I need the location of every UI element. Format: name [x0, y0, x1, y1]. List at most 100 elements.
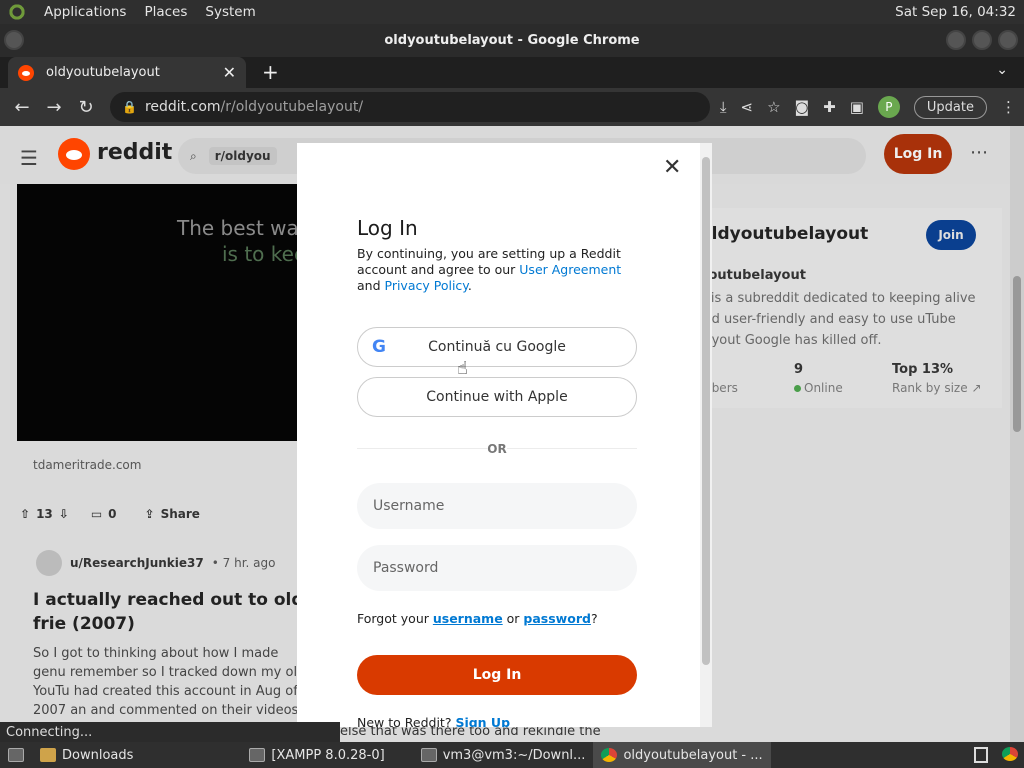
online-stat: 9 Online	[794, 362, 843, 395]
downvote-icon[interactable]: ⇩	[59, 507, 69, 521]
menu-system[interactable]: System	[205, 4, 255, 20]
show-desktop-button[interactable]	[0, 742, 32, 768]
reddit-logo-text[interactable]: reddit	[97, 140, 172, 165]
forgot-username-link[interactable]: username	[433, 611, 503, 626]
bookmark-star-icon[interactable]: ☆	[767, 98, 780, 116]
author-avatar[interactable]	[36, 550, 62, 576]
window-title-bar: oldyoutubelayout - Google Chrome	[0, 24, 1024, 57]
close-tab-icon[interactable]: ✕	[223, 63, 236, 82]
online-label-wrap: Online	[794, 381, 843, 395]
window-menu-icon[interactable]	[4, 30, 24, 50]
address-bar[interactable]: 🔒 reddit.com/r/oldyoutubelayout/	[110, 92, 710, 122]
google-signin-label: Continuă cu Google	[428, 339, 566, 355]
search-icon: ⌕	[190, 148, 197, 163]
login-submit-button[interactable]: Log In	[357, 655, 637, 695]
reload-icon[interactable]: ↻	[70, 97, 102, 118]
google-signin-button[interactable]: G Continuă cu Google	[357, 327, 637, 367]
hand-cursor-icon: ☝	[457, 358, 468, 379]
page-scrollbar-thumb[interactable]	[1013, 276, 1021, 432]
share-icon[interactable]: ⋖	[741, 98, 754, 116]
sidebar-title: youtubelayout	[700, 268, 806, 283]
forgot-credentials: Forgot your username or password?	[357, 611, 598, 626]
url-host: reddit.com	[144, 99, 221, 115]
new-tab-icon[interactable]: +	[262, 60, 279, 84]
join-button[interactable]: Join	[926, 220, 976, 250]
os-top-bar: Applications Places System Sat Sep 16, 0…	[0, 0, 1024, 24]
close-window-icon[interactable]	[998, 30, 1018, 50]
apple-signin-button[interactable]: Continue with Apple	[357, 377, 637, 417]
post-actions: ⇧ 13 ⇩ ▭ 0 ⇪ Share	[20, 502, 200, 526]
profile-avatar[interactable]: P	[877, 96, 900, 118]
extensions-icon[interactable]: ✚	[823, 98, 836, 116]
reddit-favicon-icon	[18, 64, 34, 81]
taskbar-downloads[interactable]: Downloads	[32, 742, 141, 768]
terminal-icon	[420, 748, 437, 762]
comment-count: 0	[108, 507, 117, 521]
close-modal-icon[interactable]: ✕	[663, 155, 681, 180]
maximize-icon[interactable]	[972, 30, 992, 50]
rank-label[interactable]: Rank by size ↗	[892, 381, 982, 395]
login-modal: ✕ Log In By continuing, you are setting …	[297, 143, 712, 727]
taskbar-chrome[interactable]: oldyoutubelayout - ...	[593, 742, 771, 768]
online-value: 9	[794, 362, 804, 377]
lock-icon[interactable]: 🔒	[122, 100, 137, 114]
incognito-icon[interactable]: ◙	[795, 98, 810, 116]
modal-scrollbar[interactable]	[700, 143, 712, 727]
post-author-row: u/ResearchJunkie37 • 7 hr. ago	[36, 550, 275, 576]
tray-chrome-icon[interactable]	[1002, 747, 1018, 761]
forward-icon[interactable]: →	[38, 97, 70, 118]
chrome-menu-icon[interactable]: ⋮	[1001, 98, 1016, 116]
share-button[interactable]: ⇪ Share	[145, 507, 200, 521]
post-video[interactable]: The best way is to kee	[17, 184, 317, 441]
tab-search-icon[interactable]: ⌄	[996, 62, 1008, 78]
header-login-button[interactable]: Log In	[884, 134, 952, 174]
rank-value: Top 13%	[892, 362, 954, 377]
url-path: /r/oldyoutubelayout/	[220, 99, 364, 115]
menu-places[interactable]: Places	[144, 4, 187, 20]
post-time: • 7 hr. ago	[211, 556, 276, 570]
menu-applications[interactable]: Applications	[44, 4, 126, 20]
workspace-switcher-icon[interactable]	[974, 747, 988, 763]
user-agreement-link[interactable]: User Agreement	[519, 262, 621, 277]
back-icon[interactable]: ←	[6, 97, 38, 118]
minimize-icon[interactable]	[946, 30, 966, 50]
apple-icon	[370, 388, 388, 406]
apple-signin-label: Continue with Apple	[426, 389, 568, 405]
share-post-icon: ⇪	[144, 507, 155, 521]
share-label: Share	[160, 507, 200, 521]
hamburger-menu-icon[interactable]: ☰	[20, 146, 38, 170]
privacy-policy-link[interactable]: Privacy Policy	[385, 278, 468, 293]
taskbar-xampp[interactable]: [XAMPP 8.0.28-0]	[241, 742, 392, 768]
search-subreddit-chip[interactable]: r/oldyou	[208, 147, 277, 165]
os-logo-icon[interactable]	[8, 3, 26, 21]
or-label: OR	[487, 442, 507, 456]
forgot-password-link[interactable]: password	[523, 611, 591, 626]
post-title[interactable]: I actually reached out to old frie (2007…	[33, 588, 313, 636]
comments-button[interactable]: ▭ 0	[91, 507, 117, 521]
page-scrollbar[interactable]	[1010, 126, 1024, 742]
tab-label: oldyoutubelayout	[46, 65, 160, 80]
clock[interactable]: Sat Sep 16, 04:32	[895, 4, 1024, 20]
online-label: Online	[804, 381, 843, 395]
more-options-icon[interactable]: ⋯	[970, 142, 988, 163]
reddit-logo-icon[interactable]	[58, 138, 90, 170]
update-button[interactable]: Update	[913, 95, 987, 119]
author-name[interactable]: u/ResearchJunkie37	[70, 556, 204, 570]
tab-oldyoutubelayout[interactable]: oldyoutubelayout ✕	[8, 57, 246, 88]
comment-icon: ▭	[90, 507, 103, 521]
external-link-icon: ↗	[971, 381, 982, 395]
signup-prompt: New to Reddit? Sign Up	[357, 715, 510, 727]
username-input[interactable]	[357, 483, 637, 529]
sidepanel-icon[interactable]: ▣	[850, 98, 864, 116]
post-domain-link[interactable]: tdameritrade.com	[33, 458, 141, 472]
subreddit-sidebar: oldyoutubelayout Join youtubelayout s is…	[690, 208, 1002, 408]
install-icon[interactable]: ⤓	[720, 98, 727, 116]
upvote-icon[interactable]: ⇧	[20, 507, 30, 521]
password-input[interactable]	[357, 545, 637, 591]
modal-scrollbar-thumb[interactable]	[702, 157, 710, 665]
taskbar-terminal[interactable]: vm3@vm3:~/Downl...	[413, 742, 594, 768]
signup-link[interactable]: Sign Up	[455, 715, 510, 727]
sidebar-description: s is a subreddit dedicated to keeping al…	[700, 291, 976, 348]
rank-stat: Top 13% Rank by size ↗	[892, 362, 982, 395]
page-viewport: ☰ reddit ⌕ r/oldyou Log In ⋯ The best wa…	[0, 126, 1024, 742]
